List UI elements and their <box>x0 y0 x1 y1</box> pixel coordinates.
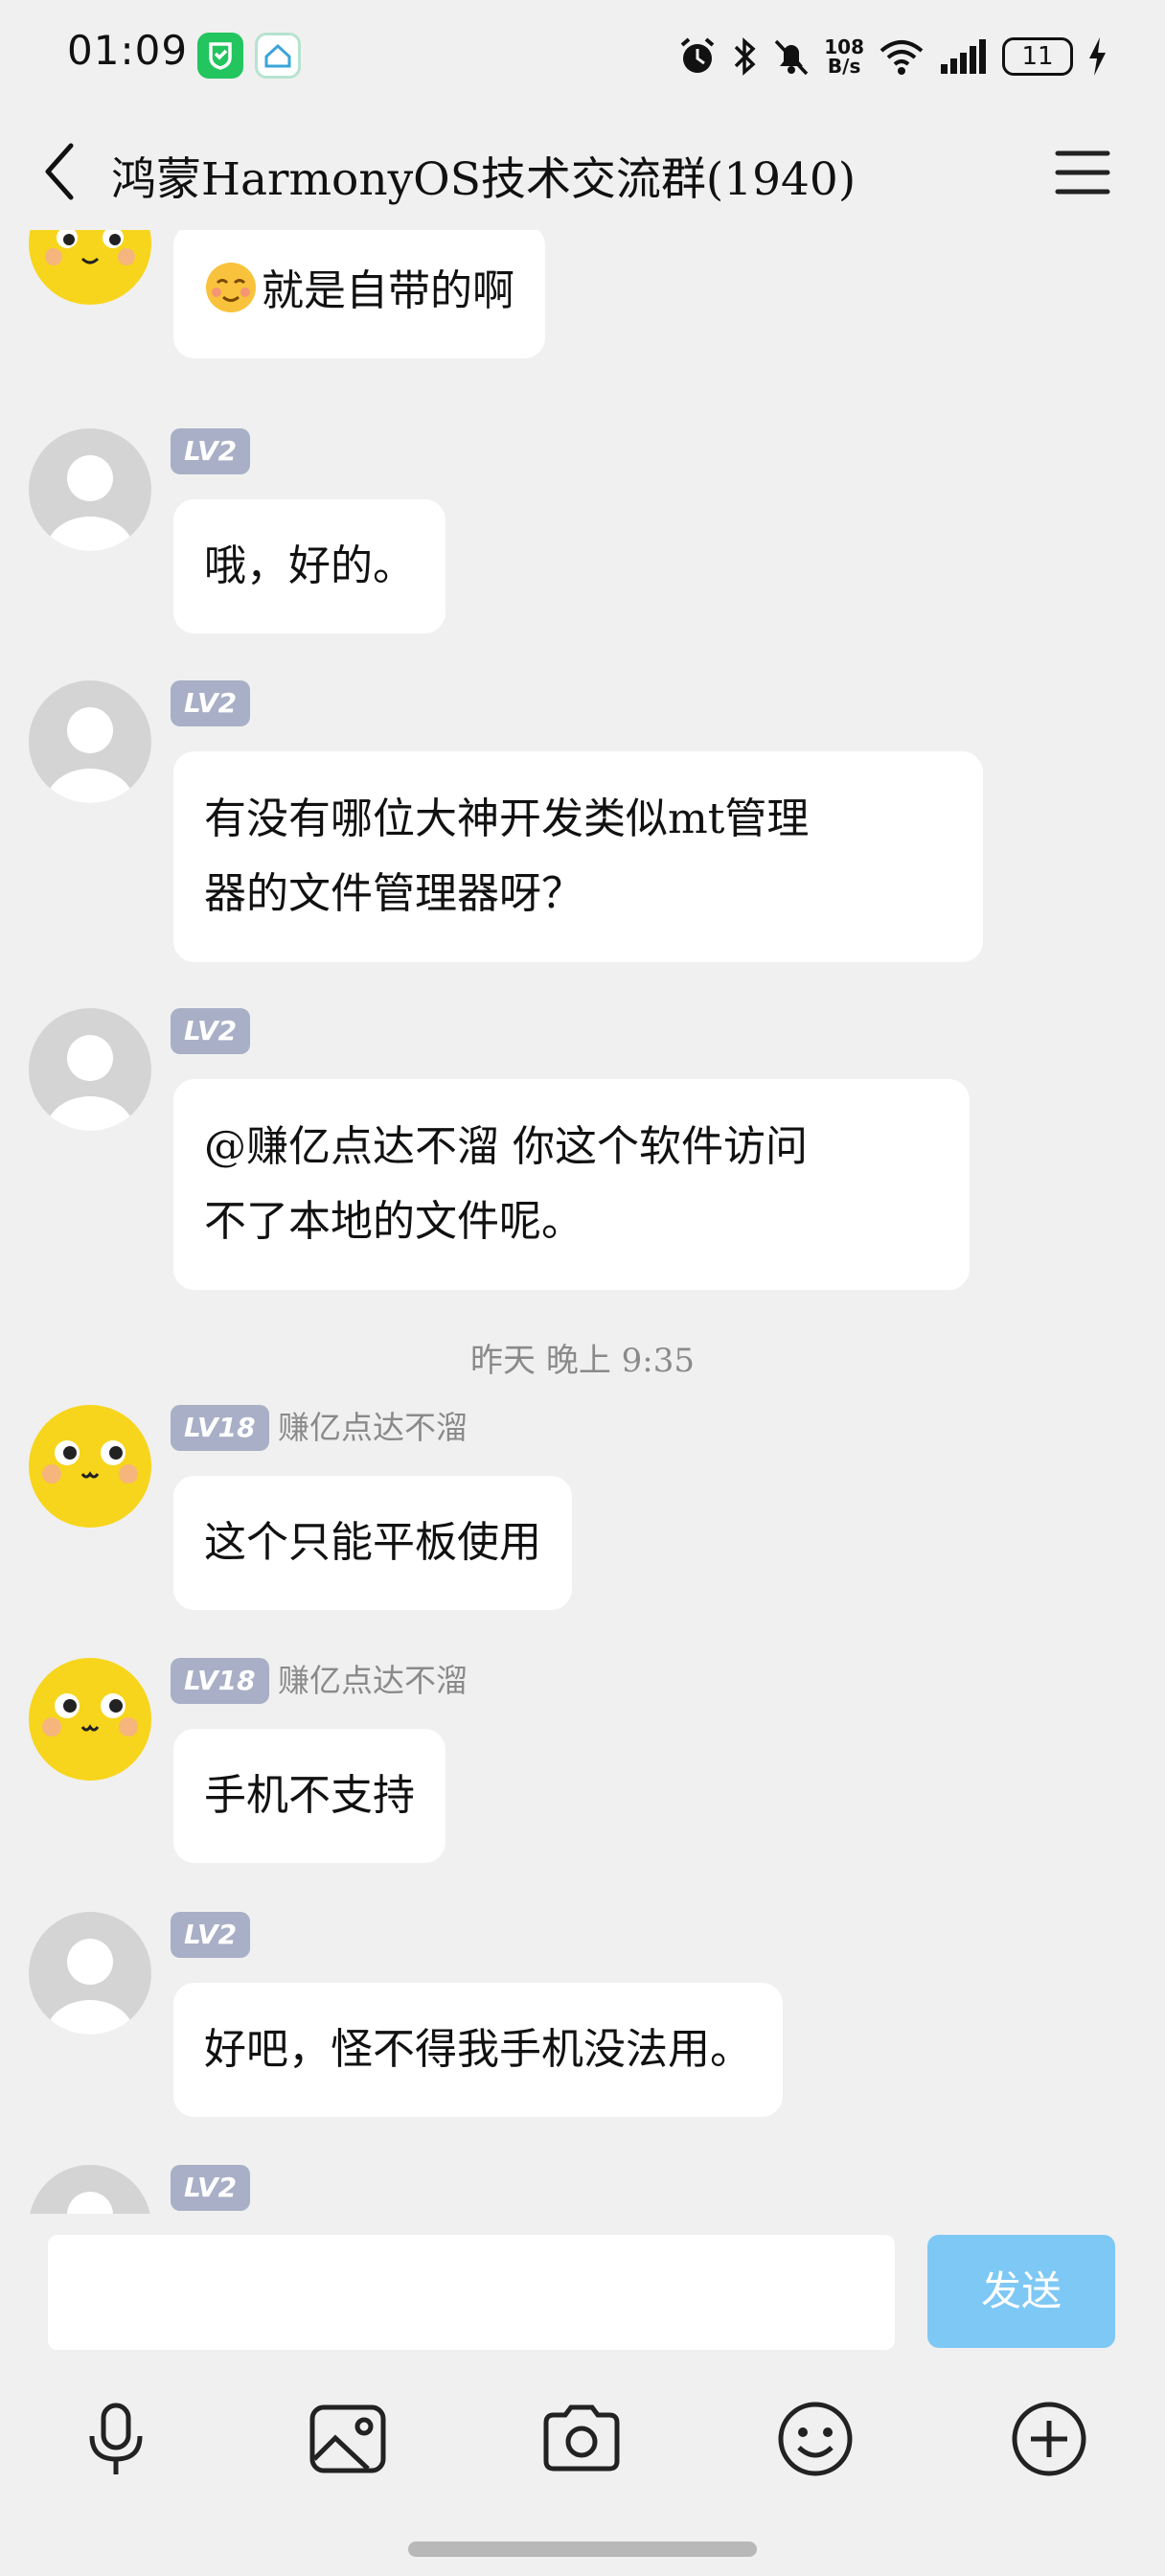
message-text-line: 器的文件管理器呀？ <box>204 869 583 918</box>
alarm-icon <box>680 37 715 73</box>
signal-icon <box>941 39 986 74</box>
wifi-icon <box>879 40 924 75</box>
message-text: 这个只能平板使用 <box>204 1518 541 1567</box>
mute-bell-icon <box>774 39 809 76</box>
level-badge: LV2 <box>171 428 251 474</box>
composer: 发送 <box>0 2214 1165 2576</box>
message-input[interactable] <box>48 2235 895 2350</box>
chat-title: 鸿蒙HarmonyOS技术交流群(1940) <box>111 153 857 206</box>
menu-button[interactable] <box>1052 142 1113 203</box>
microphone-icon[interactable] <box>73 2396 159 2482</box>
sender-name[interactable]: 赚亿点达不溜 <box>278 1405 468 1451</box>
back-button[interactable] <box>34 138 92 205</box>
message-text: 好吧，怪不得我手机没法用。 <box>204 2025 752 2074</box>
message-list[interactable]: 就是自带的啊 LV2 哦，好的。 LV2 有没有哪位大神开发类似mt管理 器的文… <box>0 230 1165 2233</box>
avatar[interactable] <box>29 230 151 305</box>
level-badge: LV2 <box>171 2165 251 2211</box>
avatar[interactable] <box>29 1658 151 1781</box>
message-bubble[interactable]: 有没有哪位大神开发类似mt管理 器的文件管理器呀？ <box>173 751 983 962</box>
status-time: 01:09 <box>67 27 189 74</box>
avatar[interactable] <box>29 680 151 803</box>
smiling-face-icon <box>206 263 256 312</box>
message-bubble[interactable]: 哦，好的。 <box>173 499 445 633</box>
message-bubble[interactable]: 就是自带的啊 <box>173 230 545 358</box>
plus-icon[interactable] <box>1006 2396 1092 2482</box>
message-text: 手机不支持 <box>204 1771 415 1820</box>
message-bubble[interactable]: 好吧，怪不得我手机没法用。 <box>173 1983 783 2117</box>
send-button[interactable]: 发送 <box>927 2235 1115 2348</box>
bluetooth-icon <box>735 37 756 76</box>
net-speed-unit: B/s <box>827 55 861 78</box>
level-badge: LV2 <box>171 1008 251 1054</box>
home-indicator[interactable] <box>408 2542 757 2557</box>
level-badge: LV18 <box>171 1405 269 1451</box>
message-text: 就是自带的啊 <box>262 266 514 315</box>
level-badge: LV2 <box>171 680 251 726</box>
chat-screen: 01:09 108 B/s 11 鸿蒙HarmonyOS技术交流群(1940) <box>0 0 1165 2576</box>
battery-indicator: 11 <box>1002 37 1073 76</box>
avatar[interactable] <box>29 1405 151 1528</box>
smart-home-app-icon <box>255 33 301 79</box>
camera-icon[interactable] <box>538 2396 625 2482</box>
time-divider: 昨天 晚上 9:35 <box>470 1342 695 1380</box>
battery-level: 11 <box>1021 42 1054 71</box>
message-bubble[interactable]: 手机不支持 <box>173 1729 445 1863</box>
sender-name[interactable]: 赚亿点达不溜 <box>278 1658 468 1704</box>
level-badge: LV18 <box>171 1658 269 1704</box>
status-icons: 108 B/s 11 <box>678 29 1108 84</box>
message-text: 哦，好的。 <box>204 541 415 590</box>
message-text-line: 不了本地的文件呢。 <box>204 1197 583 1246</box>
network-speed: 108 B/s <box>824 37 864 76</box>
message-bubble[interactable]: 这个只能平板使用 <box>173 1476 572 1610</box>
charging-icon <box>1089 37 1106 76</box>
net-speed-value: 108 <box>824 35 864 58</box>
message-bubble[interactable]: @赚亿点达不溜 你这个软件访问 不了本地的文件呢。 <box>173 1079 970 1290</box>
message-text-line: @赚亿点达不溜 你这个软件访问 <box>204 1122 808 1171</box>
image-icon[interactable] <box>305 2396 391 2482</box>
avatar[interactable] <box>29 1912 151 2035</box>
title-bar: 鸿蒙HarmonyOS技术交流群(1940) <box>0 113 1165 230</box>
avatar[interactable] <box>29 1008 151 1131</box>
message-text-line: 有没有哪位大神开发类似mt管理 <box>204 794 810 843</box>
shield-app-icon <box>197 33 243 79</box>
emoji-icon[interactable] <box>772 2396 858 2482</box>
avatar[interactable] <box>29 428 151 551</box>
status-bar: 01:09 108 B/s 11 <box>0 0 1165 113</box>
level-badge: LV2 <box>171 1912 251 1958</box>
